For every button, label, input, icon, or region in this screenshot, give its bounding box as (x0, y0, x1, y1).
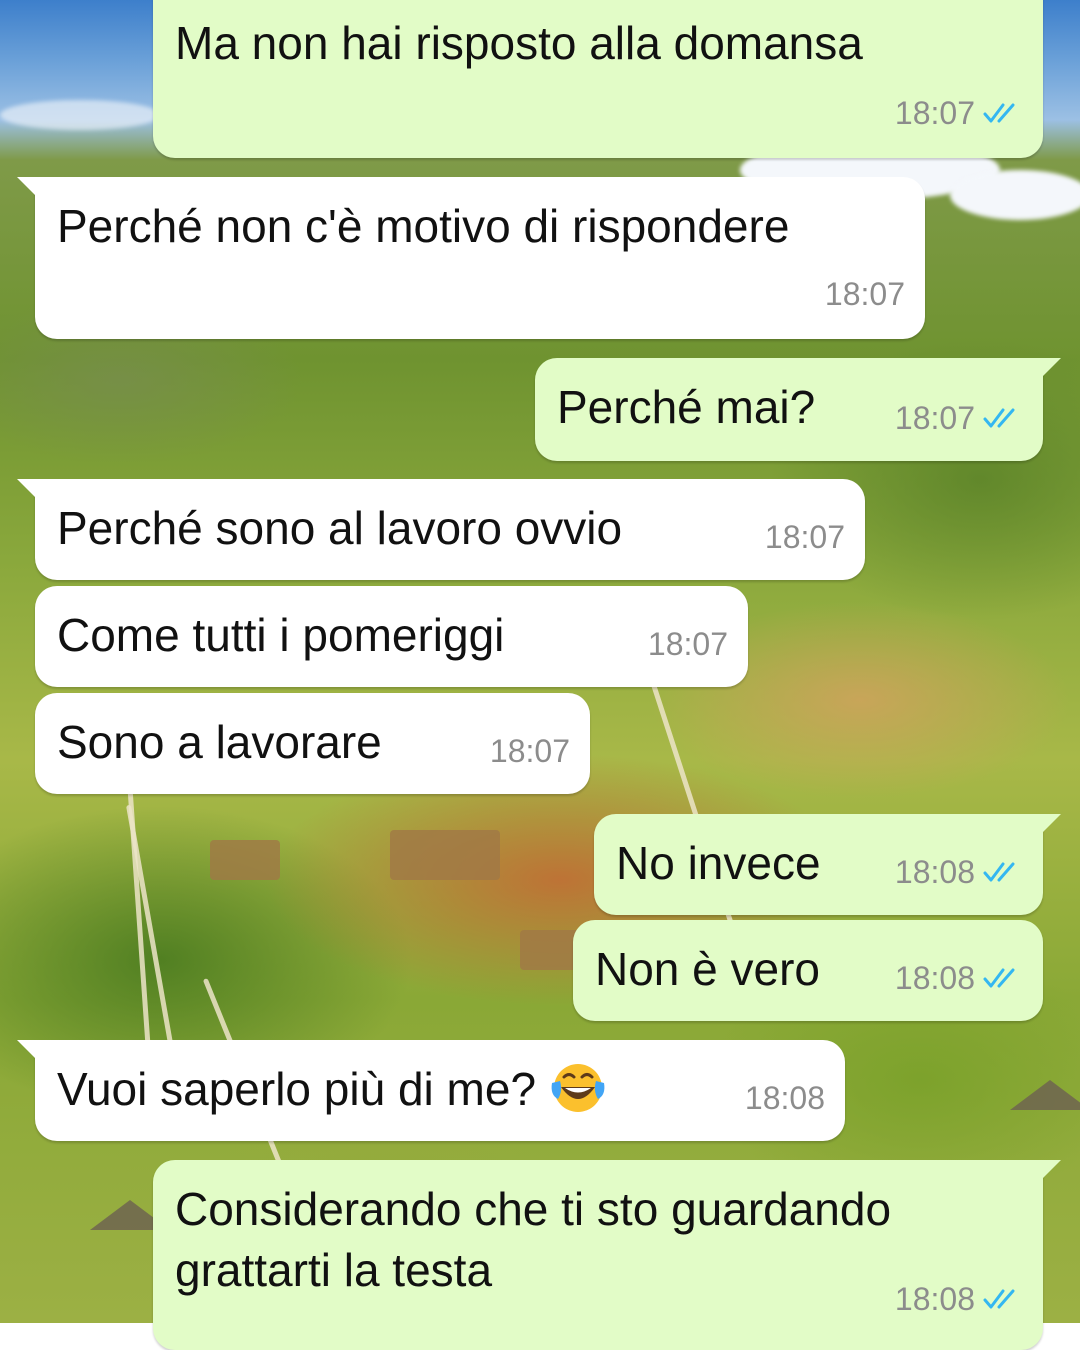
message-text: Sono a lavorare (57, 716, 382, 768)
message-text: Perché mai? (557, 381, 816, 433)
message-text: Perché sono al lavoro ovvio (57, 502, 623, 554)
double-check-read-icon (983, 408, 1015, 428)
incoming-message[interactable]: Perché sono al lavoro ovvio 18:07 (17, 479, 865, 580)
double-check-read-icon (983, 968, 1015, 988)
outgoing-message[interactable]: Considerando che ti sto guardando gratta… (153, 1160, 1061, 1350)
message-text: Perché non c'è motivo di rispondere (57, 200, 790, 252)
message-time: 18:07 (764, 519, 845, 555)
message-meta: 18:08 (895, 1270, 1023, 1328)
message-meta: 18:08 (895, 949, 1023, 1007)
message-text: Come tutti i pomeriggi (57, 609, 505, 661)
message-text-line-1: Considerando che ti sto guardando (175, 1183, 892, 1235)
message-time: 18:07 (824, 276, 905, 312)
message-time: 18:07 (894, 400, 975, 436)
double-check-read-icon (983, 1289, 1015, 1309)
message-text: Ma non hai risposto alla domansa (175, 17, 863, 69)
message-time: 18:08 (744, 1080, 825, 1116)
message-time: 18:07 (647, 626, 728, 662)
incoming-message[interactable]: Perché non c'è motivo di rispondere 18:0… (17, 177, 925, 339)
message-meta: 18:07 (648, 615, 728, 673)
incoming-message[interactable]: Vuoi saperlo più di me? 18:08 (17, 1040, 845, 1141)
message-time: 18:08 (894, 960, 975, 996)
message-time: 18:08 (894, 854, 975, 890)
message-time: 18:08 (894, 1281, 975, 1317)
outgoing-message[interactable]: Perché mai? 18:07 (535, 358, 1061, 461)
outgoing-message[interactable]: No invece 18:08 (594, 814, 1061, 915)
message-text-line-2: grattarti la testa (175, 1244, 493, 1296)
message-meta: 18:07 (895, 389, 1023, 447)
message-text: No invece (616, 837, 821, 889)
message-time: 18:07 (894, 95, 975, 131)
message-list[interactable]: Ma non hai risposto alla domansa 18:07 P… (0, 0, 1080, 1350)
message-meta: 18:07 (825, 265, 905, 323)
message-text-content: Vuoi saperlo più di me? (57, 1063, 537, 1115)
double-check-read-icon (983, 862, 1015, 882)
outgoing-message[interactable]: Non è vero 18:08 (573, 920, 1043, 1021)
outgoing-message[interactable]: Ma non hai risposto alla domansa 18:07 (153, 0, 1043, 158)
face-with-tears-of-joy-icon (551, 1064, 605, 1112)
incoming-message[interactable]: Sono a lavorare 18:07 (35, 693, 590, 794)
message-text: Non è vero (595, 943, 821, 995)
message-text: Vuoi saperlo più di me? (57, 1060, 607, 1118)
message-meta: 18:08 (745, 1069, 825, 1127)
incoming-message[interactable]: Come tutti i pomeriggi 18:07 (35, 586, 748, 687)
message-meta: 18:07 (765, 508, 845, 566)
message-meta: 18:07 (895, 84, 1023, 142)
double-check-read-icon (983, 103, 1015, 123)
message-meta: 18:08 (895, 843, 1023, 901)
message-time: 18:07 (489, 733, 570, 769)
message-meta: 18:07 (490, 722, 570, 780)
